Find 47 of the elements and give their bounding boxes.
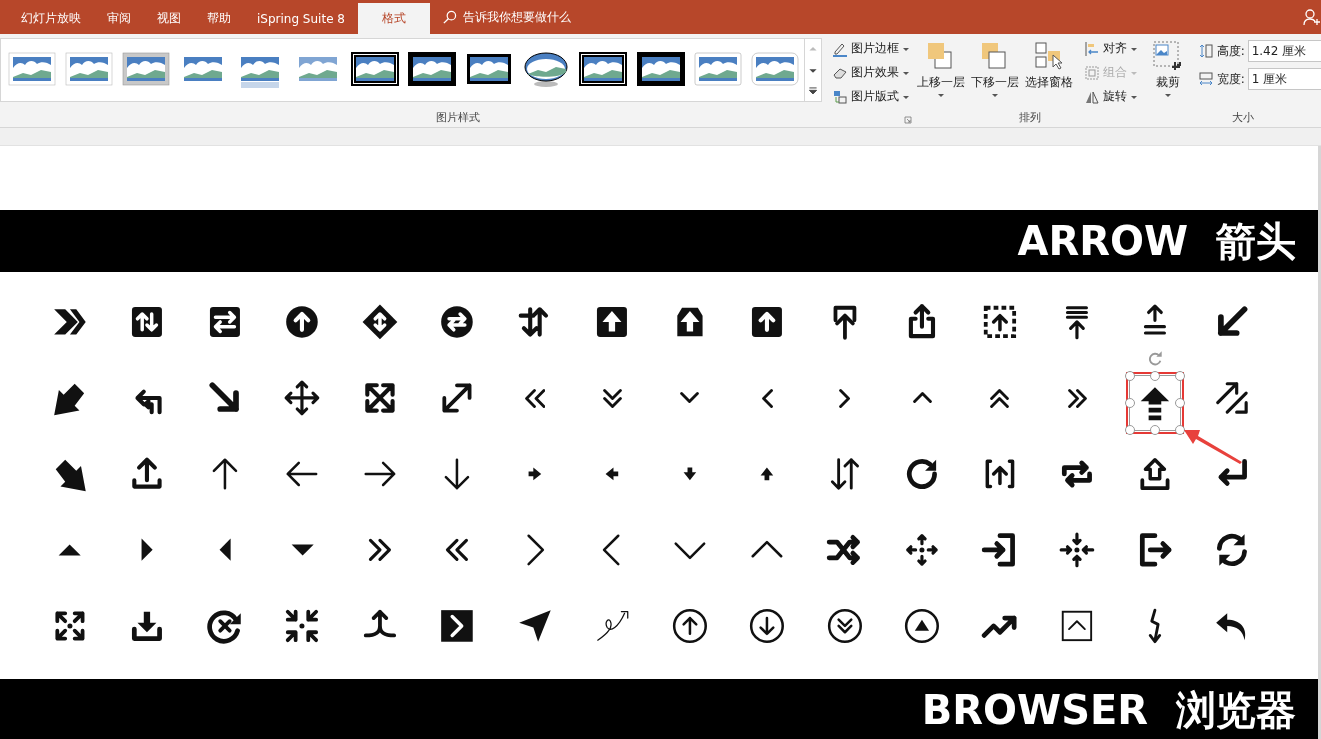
ribbon-command[interactable]: 图片版式 <box>829 86 912 107</box>
ribbon-command[interactable]: 图片边框 <box>829 38 912 59</box>
banner-title: BROWSER 浏览器 <box>921 685 1296 735</box>
banner-title: ARROW 箭头 <box>1017 216 1296 266</box>
resize-handle[interactable] <box>1174 398 1185 408</box>
resize-handle[interactable] <box>1124 424 1135 435</box>
caret-icon <box>936 91 945 99</box>
width-icon <box>1197 71 1214 87</box>
ribbon-command[interactable]: 上移一层 <box>915 38 966 107</box>
layout-icon <box>831 88 848 105</box>
selection-pane-icon <box>1032 40 1065 72</box>
crop-button[interactable]: 裁剪 <box>1143 38 1192 107</box>
ribbon-command[interactable]: 下移一层 <box>969 38 1020 107</box>
resize-handle[interactable] <box>1124 398 1135 408</box>
field-label: 高度: <box>1216 42 1245 60</box>
height-icon <box>1197 43 1214 59</box>
resize-handle[interactable] <box>1174 424 1185 435</box>
search-icon <box>441 9 457 25</box>
spinner-field[interactable]: 1 厘米 <box>1247 68 1321 90</box>
ribbon-command[interactable]: 选择窗格 <box>1023 38 1074 107</box>
field-label: 宽度: <box>1216 70 1245 88</box>
group-icon <box>1083 64 1100 81</box>
ribbon-tab[interactable]: 视图 <box>144 3 194 34</box>
group-label: 排列 <box>1018 109 1041 125</box>
caret-icon <box>990 91 999 99</box>
group-label: 图片样式 <box>435 109 480 125</box>
ribbon-command[interactable]: 图片效果 <box>829 62 912 83</box>
tell-me-search[interactable]: 告诉我你想要做什么 <box>441 0 571 34</box>
ribbon-tab[interactable]: 审阅 <box>94 3 144 34</box>
caret-icon <box>1163 91 1172 99</box>
add-user-icon[interactable] <box>1303 8 1321 26</box>
resize-handle[interactable] <box>1149 424 1160 435</box>
ribbon-tab[interactable]: 帮助 <box>194 3 244 34</box>
resize-handle[interactable] <box>1124 371 1135 382</box>
rotate-handle-icon[interactable] <box>1146 350 1163 367</box>
resize-handle[interactable] <box>1149 371 1160 382</box>
dialog-launcher-icon[interactable] <box>903 116 912 124</box>
spinner-field[interactable]: 1.42 厘米 <box>1247 40 1321 62</box>
ribbon-tab[interactable]: 格式 <box>357 3 430 34</box>
align-icon <box>1083 40 1100 57</box>
crop-icon <box>1151 40 1184 72</box>
group-label: 大小 <box>1231 109 1254 125</box>
ribbon-command[interactable]: 对齐 <box>1081 38 1140 59</box>
ribbon-command[interactable]: 旋转 <box>1081 86 1140 107</box>
ribbon-tab[interactable]: iSpring Suite 8 <box>244 3 358 34</box>
resize-handle[interactable] <box>1174 371 1185 382</box>
ribbon-tab[interactable]: 幻灯片放映 <box>8 3 94 34</box>
